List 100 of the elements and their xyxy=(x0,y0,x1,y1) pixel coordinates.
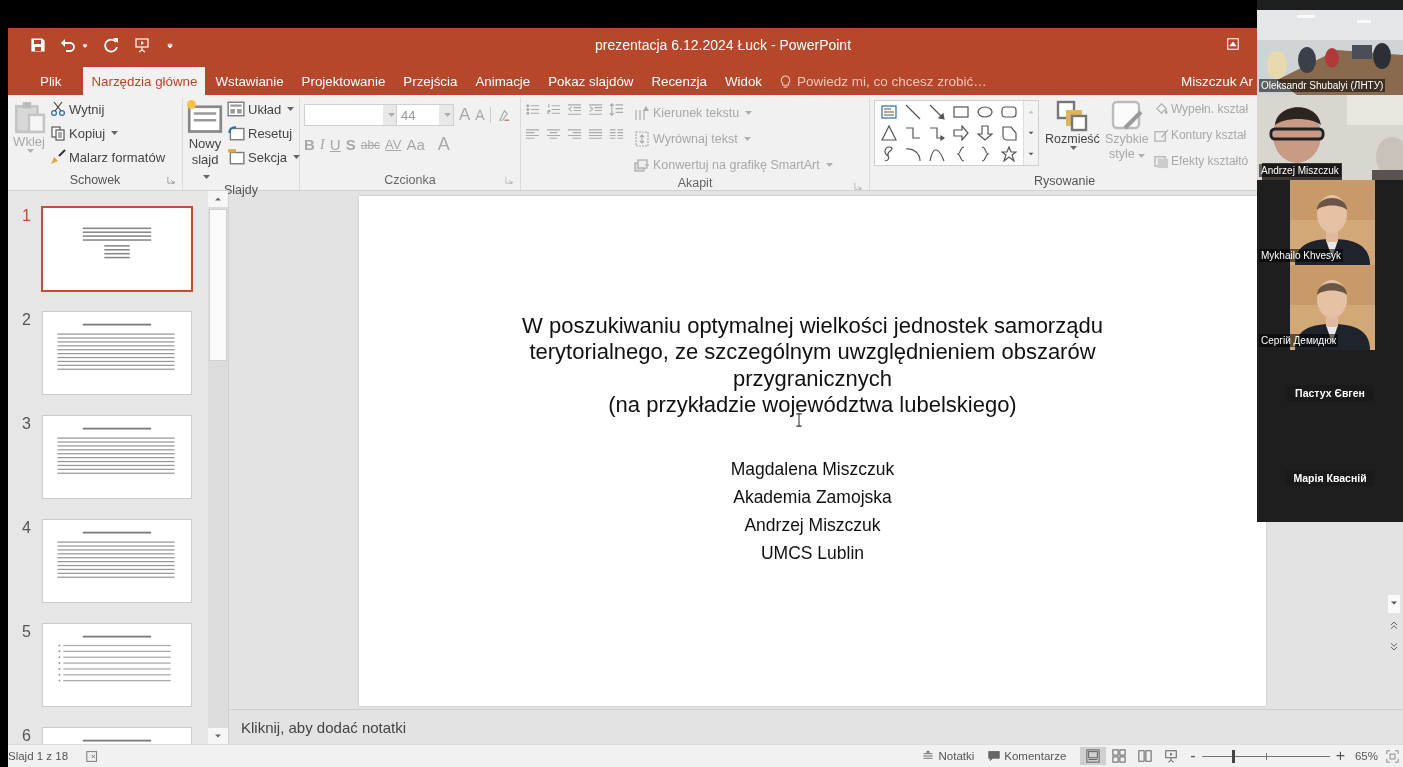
ribbon-tab[interactable]: Recenzja xyxy=(643,67,715,95)
zoom-slider-thumb[interactable] xyxy=(1232,749,1236,763)
ribbon-tab[interactable]: Projektowanie xyxy=(293,67,394,95)
right-arrow-icon[interactable] xyxy=(953,125,969,141)
participant-name: Mykhailo Khvesyk xyxy=(1259,249,1344,262)
ribbon-tab[interactable]: Pokaz slajdów xyxy=(540,67,642,95)
shapes-gallery[interactable] xyxy=(874,100,1039,166)
slide-title-line: przygranicznych xyxy=(733,365,892,393)
ribbon-command[interactable]: Układ xyxy=(227,98,301,120)
triangle-icon[interactable] xyxy=(881,125,897,141)
caret-icon xyxy=(444,113,451,117)
rectangle-icon[interactable] xyxy=(953,104,969,120)
launcher-icon xyxy=(853,181,863,191)
reset-icon xyxy=(227,124,245,142)
ribbon-tab[interactable]: Plik xyxy=(32,67,70,95)
participant-name: Пастух Євген xyxy=(1287,384,1373,401)
scrollbar-thumb[interactable] xyxy=(209,209,227,361)
caret-icon xyxy=(825,163,833,167)
slide-sorter-icon xyxy=(1112,749,1127,763)
arrange-button[interactable]: Rozmieść xyxy=(1045,98,1100,172)
redo-icon xyxy=(104,37,120,53)
slide-counter: Slajd 1 z 18 xyxy=(8,750,69,762)
zoom-level[interactable]: 65% xyxy=(1354,750,1378,762)
slide-title-line: W poszukiwaniu optymalnej wielkości jednostek samorządu xyxy=(522,313,1103,340)
next-slide-icon[interactable] xyxy=(1388,641,1400,653)
tell-me-field[interactable]: Powiedz mi, co chcesz zrobić… xyxy=(778,67,987,95)
group-label: Rysowanie xyxy=(1034,174,1096,188)
undo-icon xyxy=(60,37,76,53)
slide-thumbnail[interactable] xyxy=(42,311,192,395)
slide-thumbnail[interactable] xyxy=(42,415,192,499)
ribbon-display-button[interactable] xyxy=(1226,37,1240,51)
previous-slide-icon[interactable] xyxy=(1388,619,1400,631)
caret-icon xyxy=(388,113,395,117)
ribbon-tab[interactable]: Narzędzia główne xyxy=(83,67,206,95)
dialog-launcher-button[interactable] xyxy=(166,175,176,185)
ribbon-tab[interactable]: Przejścia xyxy=(395,67,466,95)
down-arrow-icon[interactable] xyxy=(977,125,993,141)
arrow-line-icon[interactable] xyxy=(929,104,945,120)
quick-styles-icon xyxy=(1110,100,1143,132)
slide-title-line: (na przykładzie województwa lubelskiego) xyxy=(608,392,1017,419)
group-label: Czcionka xyxy=(384,173,436,187)
text-direction-icon xyxy=(634,105,650,121)
zoom-in-button[interactable]: + xyxy=(1335,747,1345,765)
ribbon-command[interactable]: Kopiuj xyxy=(50,122,166,144)
line-icon[interactable] xyxy=(905,104,921,120)
new-slide-button[interactable]: Nowy slajd xyxy=(187,98,223,183)
slide-thumbnail[interactable] xyxy=(42,623,192,707)
account-name[interactable]: Miszczuk Ar xyxy=(1181,67,1253,95)
zoom-slider[interactable] xyxy=(1201,749,1330,763)
align-left-icon xyxy=(525,127,540,142)
ribbon-tab[interactable]: Animacje xyxy=(467,67,539,95)
text-box-icon[interactable] xyxy=(881,104,897,120)
slide-thumbnail[interactable] xyxy=(42,519,192,603)
arrange-icon xyxy=(1056,100,1089,132)
numbering-icon xyxy=(546,102,561,117)
elbow-arrow-icon[interactable] xyxy=(929,125,945,141)
author-line: UMCS Lublin xyxy=(760,541,865,565)
curved-shape-icon[interactable] xyxy=(1001,125,1017,141)
ribbon-tab[interactable]: Widok xyxy=(717,67,771,95)
undo-button[interactable] xyxy=(60,37,76,53)
curve-icon[interactable] xyxy=(929,146,945,162)
video-tile[interactable]: Oleksandr Shubalyi (ЛНТУ) xyxy=(1257,10,1403,95)
video-tile[interactable]: Сергій Демидюк xyxy=(1257,265,1403,350)
ribbon-command[interactable]: Malarz formatów xyxy=(50,146,166,168)
notes-button[interactable]: Notatki xyxy=(922,750,975,762)
author-line: Akademia Zamojska xyxy=(733,485,892,509)
arc-icon[interactable] xyxy=(905,146,921,162)
save-button[interactable] xyxy=(30,37,46,53)
bullets-icon xyxy=(525,102,540,117)
reading-view-icon xyxy=(1138,749,1153,763)
ribbon-command[interactable]: Resetuj xyxy=(227,122,301,144)
spelling-icon[interactable] xyxy=(86,749,100,763)
rounded-rectangle-icon[interactable] xyxy=(1001,104,1017,120)
caret-icon xyxy=(745,111,753,115)
redo-button[interactable] xyxy=(104,37,120,53)
view-button[interactable] xyxy=(1080,747,1107,765)
scissors-icon xyxy=(50,101,66,117)
slide-number: 4 xyxy=(22,519,32,537)
ribbon-tab[interactable]: Wstawianie xyxy=(207,67,292,95)
oval-icon[interactable] xyxy=(977,104,993,120)
elbow-connector-icon[interactable] xyxy=(905,125,921,141)
slideshow-icon xyxy=(134,37,150,53)
participant-tile[interactable]: Марія Квасній xyxy=(1257,435,1403,520)
zoom-out-button[interactable]: - xyxy=(1190,747,1196,765)
participant-tile[interactable]: Пастух Євген xyxy=(1257,350,1403,435)
fill-icon xyxy=(1153,101,1169,117)
caret-icon xyxy=(27,149,34,153)
slide-thumbnail[interactable] xyxy=(41,206,193,292)
comment-icon xyxy=(988,750,1001,762)
slide-number: 3 xyxy=(22,415,32,433)
fit-slide-icon[interactable] xyxy=(1386,749,1399,763)
ribbon-command[interactable]: Sekcja xyxy=(227,146,301,168)
section-icon xyxy=(227,148,245,166)
slideshow-icon xyxy=(1164,749,1179,763)
star-icon[interactable] xyxy=(1001,146,1017,162)
ribbon-command[interactable]: Wytnij xyxy=(50,98,166,120)
slideshow-button[interactable] xyxy=(134,37,150,53)
comments-button[interactable]: Komentarze xyxy=(988,750,1067,762)
video-tile[interactable]: Mykhailo Khvesyk xyxy=(1257,180,1403,265)
group-label: Schowek xyxy=(69,173,121,187)
